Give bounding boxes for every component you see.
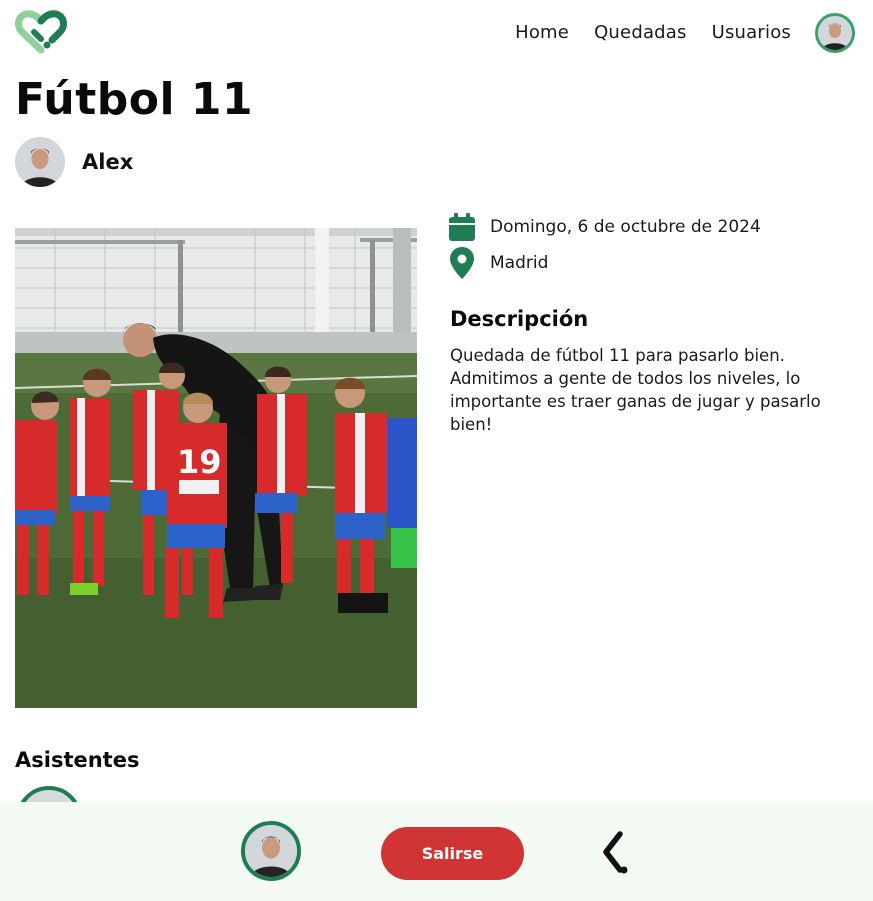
event-organizer[interactable]: Alex (15, 137, 133, 187)
heart-logo-icon[interactable] (14, 10, 68, 54)
event-location-row: Madrid (448, 246, 848, 280)
map-pin-icon (448, 247, 476, 279)
description-text: Quedada de fútbol 11 para pasarlo bien. … (450, 346, 821, 434)
bottom-action-bar: Salirse (0, 802, 873, 901)
event-info: Domingo, 6 de octubre de 2024 Madrid (448, 210, 848, 282)
svg-text:19: 19 (177, 443, 222, 481)
nav-quedadas-link[interactable]: Quedadas (594, 22, 687, 43)
nav-home-link[interactable]: Home (515, 22, 569, 43)
leave-button[interactable]: Salirse (381, 827, 524, 880)
organizer-name[interactable]: Alex (82, 150, 133, 174)
user-avatar[interactable] (815, 13, 855, 53)
top-header: Home Quedadas Usuarios (0, 0, 873, 66)
current-user-avatar[interactable] (241, 821, 301, 881)
event-photo: 19 (15, 228, 417, 708)
chevron-left-icon[interactable] (598, 830, 638, 876)
calendar-icon (448, 212, 476, 242)
attendees-heading: Asistentes (15, 748, 140, 772)
main-nav: Home Quedadas Usuarios (515, 22, 791, 43)
event-location: Madrid (490, 253, 549, 273)
event-date: Domingo, 6 de octubre de 2024 (490, 217, 761, 237)
event-title: Fútbol 11 (15, 74, 254, 125)
description-heading: Descripción (450, 307, 589, 331)
event-date-row: Domingo, 6 de octubre de 2024 (448, 210, 848, 244)
nav-usuarios-link[interactable]: Usuarios (712, 22, 791, 43)
organizer-avatar[interactable] (15, 137, 65, 187)
